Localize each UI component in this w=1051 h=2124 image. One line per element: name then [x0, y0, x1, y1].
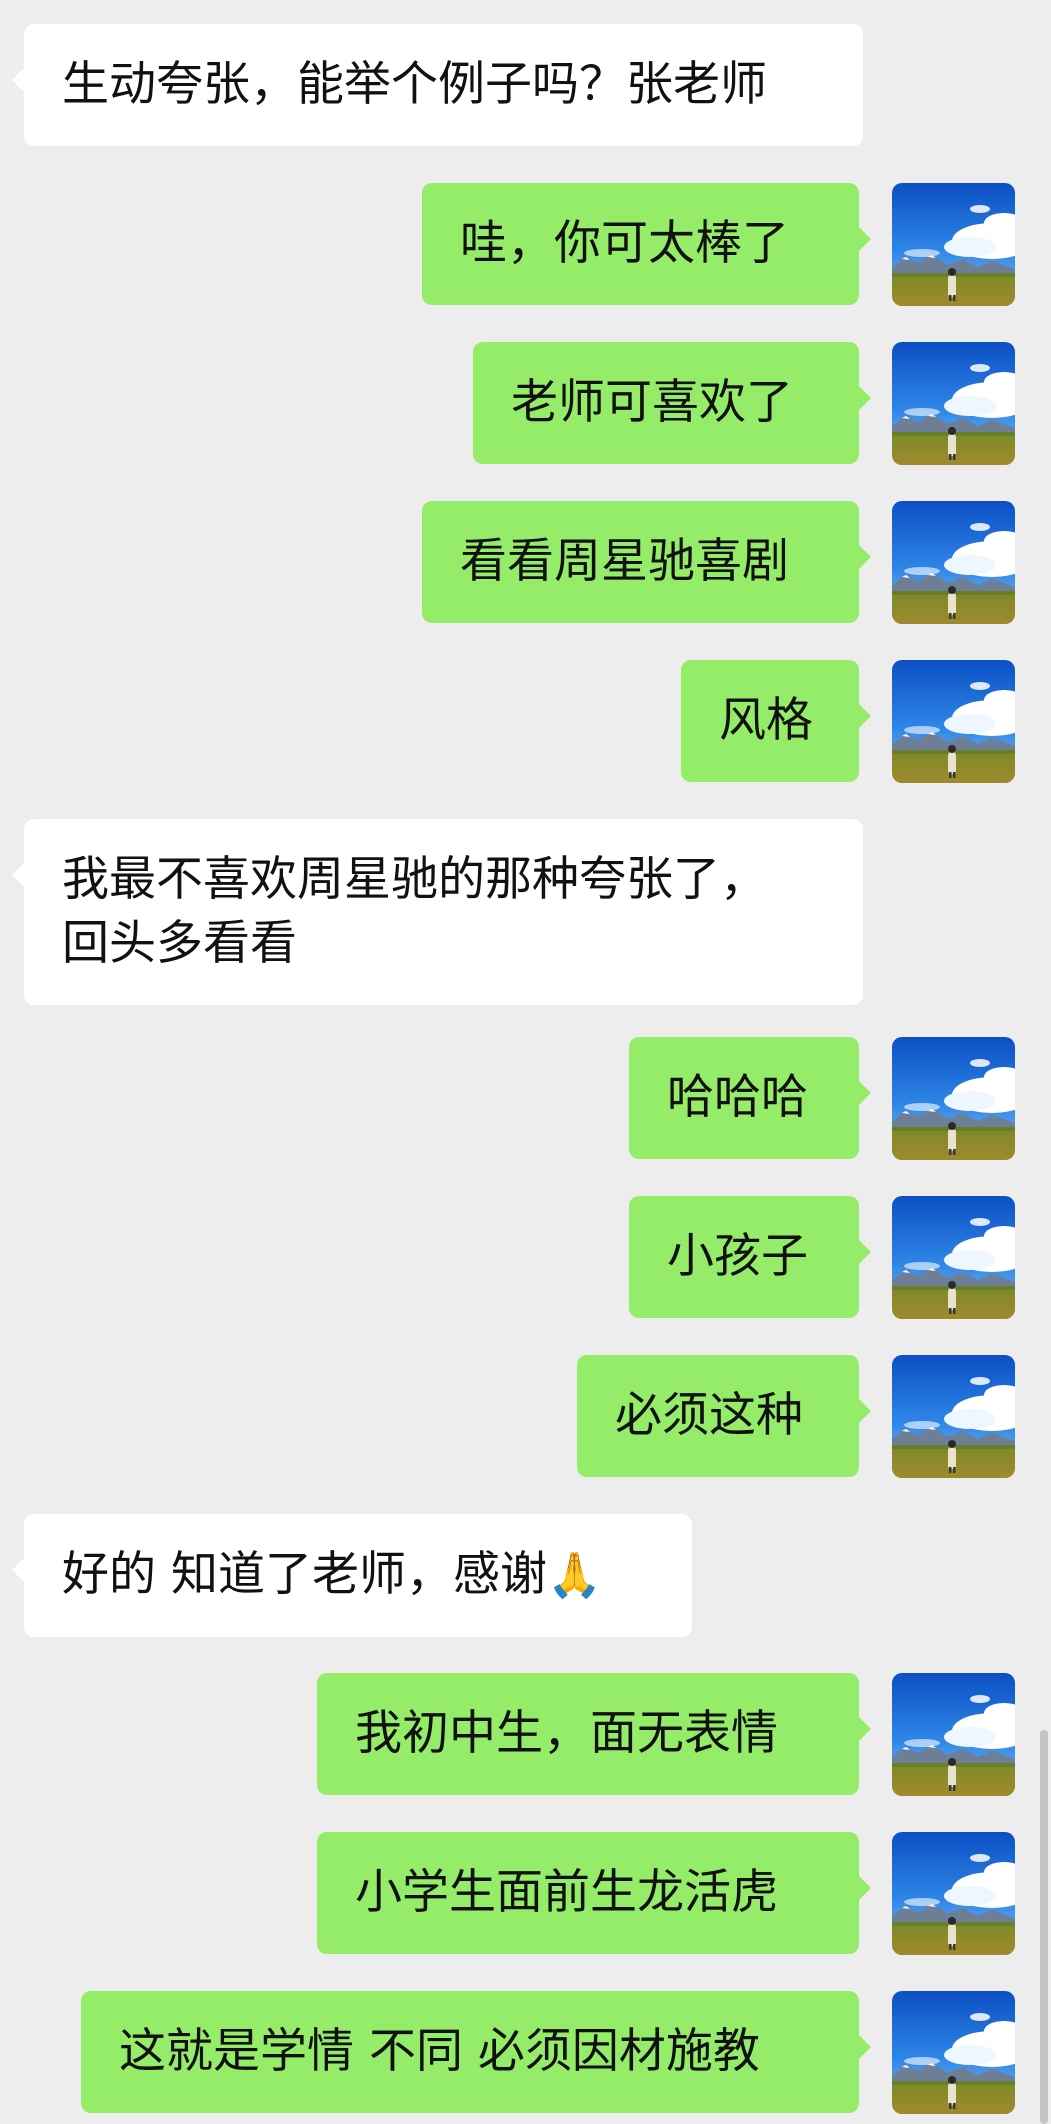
message-text: 看看周星驰喜剧 [460, 534, 789, 589]
landscape-avatar-icon [892, 1355, 1015, 1478]
avatar[interactable] [892, 1037, 1015, 1160]
landscape-avatar-icon [892, 342, 1015, 465]
message-text-line-2: 回头多看看 [62, 916, 297, 971]
message-text: 小学生面前生龙活虎 [355, 1865, 778, 1920]
outgoing-message-bubble[interactable]: 看看周星驰喜剧 [422, 501, 871, 623]
incoming-message-bubble[interactable]: 我最不喜欢周星驰的那种夸张了， 回头多看看 [12, 819, 863, 1005]
avatar[interactable] [892, 1355, 1015, 1478]
message-text: 好的 知道了老师，感谢 [62, 1547, 547, 1602]
landscape-avatar-icon [892, 501, 1015, 624]
message-text: 哈哈哈 [667, 1070, 808, 1125]
outgoing-message-bubble[interactable]: 我初中生，面无表情 [317, 1673, 871, 1795]
message-text: 哇，你可太棒了 [460, 216, 789, 271]
landscape-avatar-icon [892, 1037, 1015, 1160]
message-text-row: 好的 知道了老师，感谢🙏 [62, 1543, 654, 1608]
incoming-message-bubble[interactable]: 好的 知道了老师，感谢🙏 [12, 1514, 692, 1637]
message-text: 老师可喜欢了 [511, 375, 793, 430]
message-text: 小孩子 [667, 1229, 808, 1284]
chat-message-list[interactable]: 生动夸张，能举个例子吗？张老师 哇，你可太棒了 老师可喜欢了 看看周星驰喜剧 风… [0, 0, 1051, 2124]
folded-hands-emoji-icon: 🙏 [546, 1550, 602, 1601]
avatar[interactable] [892, 1832, 1015, 1955]
message-text: 生动夸张，能举个例子吗？张老师 [62, 57, 767, 112]
avatar[interactable] [892, 1673, 1015, 1796]
landscape-avatar-icon [892, 1832, 1015, 1955]
message-text: 我初中生，面无表情 [355, 1706, 778, 1761]
incoming-message-bubble[interactable]: 生动夸张，能举个例子吗？张老师 [12, 24, 863, 146]
avatar[interactable] [892, 501, 1015, 624]
outgoing-message-bubble[interactable]: 风格 [681, 660, 871, 782]
landscape-avatar-icon [892, 1673, 1015, 1796]
avatar[interactable] [892, 660, 1015, 783]
message-text: 必须这种 [615, 1388, 803, 1443]
landscape-avatar-icon [892, 660, 1015, 783]
outgoing-message-bubble[interactable]: 老师可喜欢了 [473, 342, 871, 464]
outgoing-message-bubble[interactable]: 这就是学情 不同 必须因材施教 [81, 1991, 871, 2113]
avatar[interactable] [892, 342, 1015, 465]
message-text-line-1: 我最不喜欢周星驰的那种夸张了， [62, 852, 767, 907]
landscape-avatar-icon [892, 1991, 1015, 2114]
avatar[interactable] [892, 183, 1015, 306]
outgoing-message-bubble[interactable]: 哈哈哈 [629, 1037, 871, 1159]
outgoing-message-bubble[interactable]: 小学生面前生龙活虎 [317, 1832, 871, 1954]
outgoing-message-bubble[interactable]: 小孩子 [629, 1196, 871, 1318]
message-text: 风格 [719, 693, 813, 748]
scrollbar[interactable] [1040, 1730, 1048, 2124]
landscape-avatar-icon [892, 1196, 1015, 1319]
landscape-avatar-icon [892, 183, 1015, 306]
outgoing-message-bubble[interactable]: 哇，你可太棒了 [422, 183, 871, 305]
avatar[interactable] [892, 1196, 1015, 1319]
outgoing-message-bubble[interactable]: 必须这种 [577, 1355, 871, 1477]
avatar[interactable] [892, 1991, 1015, 2114]
message-text: 这就是学情 不同 必须因材施教 [119, 2024, 760, 2079]
